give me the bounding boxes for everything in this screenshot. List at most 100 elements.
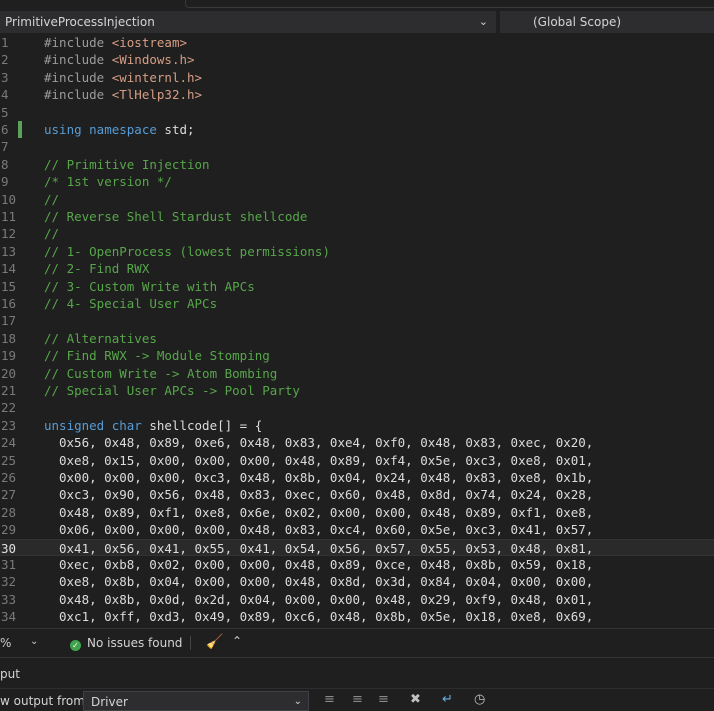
code-text: 0xe8, 0x8b, 0x04, 0x00, 0x00, 0x48, 0x8d… xyxy=(59,573,593,590)
code-text: // 3- Custom Write with APCs xyxy=(44,278,255,295)
tab-frame xyxy=(185,0,714,8)
code-line[interactable]: 15 // 3- Custom Write with APCs xyxy=(0,278,714,295)
output-toolbar: w output from: Driver ⌄ ≡ ≡ ≡ ✖ ↵ ◷ xyxy=(0,688,714,711)
code-line[interactable]: 14 // 2- Find RWX xyxy=(0,260,714,277)
line-number: 9 xyxy=(1,174,9,190)
code-line[interactable]: 17 xyxy=(0,312,714,329)
scope-dropdown[interactable]: (Global Scope) xyxy=(500,11,714,33)
code-text: #include <TlHelp32.h> xyxy=(44,86,202,103)
change-indicator xyxy=(18,121,22,138)
code-line[interactable]: 28 0x48, 0x89, 0xf1, 0xe8, 0x6e, 0x02, 0x… xyxy=(0,504,714,521)
code-line[interactable]: 1 #include <iostream> xyxy=(0,34,714,51)
code-line[interactable]: 8 // Primitive Injection xyxy=(0,156,714,173)
clear-all-icon[interactable]: ✖ xyxy=(410,692,421,707)
line-number: 12 xyxy=(1,226,17,242)
chevron-down-icon[interactable]: ⌄ xyxy=(30,636,38,647)
code-line[interactable]: 5 xyxy=(0,104,714,121)
line-number: 11 xyxy=(1,209,17,224)
code-line[interactable]: 22 xyxy=(0,399,714,416)
line-number: 3 xyxy=(1,69,9,85)
word-wrap-icon[interactable]: ↵ xyxy=(442,692,453,707)
code-line[interactable]: 7 xyxy=(0,138,714,155)
code-line[interactable]: 16 // 4- Special User APCs xyxy=(0,295,714,312)
code-line[interactable]: 33 0x48, 0x8b, 0x0d, 0x2d, 0x04, 0x00, 0x… xyxy=(0,591,714,608)
code-text: 0xc3, 0x90, 0x56, 0x48, 0x83, 0xec, 0x60… xyxy=(59,486,593,503)
code-line[interactable]: 24 0x56, 0x48, 0x89, 0xe6, 0x48, 0x83, 0x… xyxy=(0,434,714,451)
line-number: 2 xyxy=(1,52,9,68)
output-source-select[interactable]: Driver ⌄ xyxy=(83,691,309,711)
code-token: using namespace xyxy=(44,122,165,137)
code-text: 0xec, 0xb8, 0x02, 0x00, 0x00, 0x48, 0x89… xyxy=(59,556,593,573)
line-number: 10 xyxy=(1,191,17,207)
code-line[interactable]: 4 #include <TlHelp32.h> xyxy=(0,86,714,103)
align-right-icon[interactable]: ≡ xyxy=(378,692,389,707)
code-line[interactable]: 30 0x41, 0x56, 0x41, 0x55, 0x41, 0x54, 0x… xyxy=(0,538,714,556)
code-line[interactable]: 25 0xe8, 0x15, 0x00, 0x00, 0x00, 0x48, 0x… xyxy=(0,452,714,469)
align-center-icon[interactable]: ≡ xyxy=(352,692,363,707)
code-text: #include <winternl.h> xyxy=(44,69,202,86)
code-token: 0xe8, 0x15, 0x00, 0x00, 0x00, 0x48, 0x89… xyxy=(59,452,594,468)
project-dropdown[interactable]: PrimitiveProcessInjection ⌄ xyxy=(0,11,497,33)
code-line[interactable]: 2 #include <Windows.h> xyxy=(0,51,714,68)
issues-indicator[interactable]: ✓ No issues found xyxy=(70,636,182,651)
line-number: 29 xyxy=(1,522,17,538)
code-line[interactable]: 20 // Custom Write -> Atom Bombing xyxy=(0,365,714,382)
code-text: 0x48, 0x8b, 0x0d, 0x2d, 0x04, 0x00, 0x00… xyxy=(59,591,593,608)
output-source-value: Driver xyxy=(91,695,128,709)
code-line[interactable]: 9 /* 1st version */ xyxy=(0,173,714,190)
code-token: // 1- OpenProcess (lowest permissions) xyxy=(44,243,330,259)
divider xyxy=(190,636,191,650)
code-text: /* 1st version */ xyxy=(44,173,172,190)
code-line[interactable]: 21 // Special User APCs -> Pool Party xyxy=(0,382,714,399)
code-token: <TlHelp32.h> xyxy=(111,87,203,103)
code-line[interactable]: 32 0xe8, 0x8b, 0x04, 0x00, 0x00, 0x48, 0x… xyxy=(0,573,714,590)
code-line[interactable]: 11 // Reverse Shell Stardust shellcode xyxy=(0,208,714,225)
broom-icon[interactable]: 🧹 xyxy=(206,634,223,650)
code-text: // Custom Write -> Atom Bombing xyxy=(44,365,277,382)
code-line[interactable]: 6 using namespace std; xyxy=(0,121,714,138)
code-line[interactable]: 34 0xc1, 0xff, 0xd3, 0x49, 0x89, 0xc6, 0x… xyxy=(0,608,714,625)
line-number: 20 xyxy=(1,365,17,381)
code-text: // Primitive Injection xyxy=(44,156,210,173)
line-number: 15 xyxy=(1,278,17,294)
clock-icon[interactable]: ◷ xyxy=(474,692,485,707)
line-number: 30 xyxy=(1,540,17,556)
code-text: // 1- OpenProcess (lowest permissions) xyxy=(44,243,330,260)
code-line[interactable]: 13 // 1- OpenProcess (lowest permissions) xyxy=(0,243,714,260)
line-number: 27 xyxy=(1,487,17,503)
code-line[interactable]: 31 0xec, 0xb8, 0x02, 0x00, 0x00, 0x48, 0x… xyxy=(0,556,714,573)
zoom-level[interactable]: % xyxy=(0,636,11,650)
code-line[interactable]: 18 // Alternatives xyxy=(0,330,714,347)
code-text: unsigned char shellcode[] = { xyxy=(44,417,262,434)
chevron-up-icon[interactable]: ⌃ xyxy=(232,634,242,648)
line-number: 23 xyxy=(1,417,17,433)
code-token: <winternl.h> xyxy=(111,69,203,85)
editor-status-bar: % ⌄ ✓ No issues found 🧹 ⌃ xyxy=(0,628,714,657)
code-line[interactable]: 27 0xc3, 0x90, 0x56, 0x48, 0x83, 0xec, 0x… xyxy=(0,486,714,503)
code-token: 0x41, 0x56, 0x41, 0x55, 0x41, 0x54, 0x56… xyxy=(59,540,594,556)
code-line[interactable]: 19 // Find RWX -> Module Stomping xyxy=(0,347,714,364)
chevron-down-icon: ⌄ xyxy=(293,696,302,707)
line-number: 8 xyxy=(1,156,9,172)
line-number: 34 xyxy=(1,609,17,625)
align-left-icon[interactable]: ≡ xyxy=(324,692,335,707)
line-number: 31 xyxy=(1,557,17,572)
code-line[interactable]: 10 // xyxy=(0,191,714,208)
code-token: shellcode[] = { xyxy=(149,417,263,433)
code-token: 0x48, 0x8b, 0x0d, 0x2d, 0x04, 0x00, 0x00… xyxy=(59,591,594,607)
code-token: // xyxy=(44,226,60,242)
code-line[interactable]: 26 0x00, 0x00, 0x00, 0xc3, 0x48, 0x8b, 0x… xyxy=(0,469,714,486)
code-token: // 2- Find RWX xyxy=(44,261,150,277)
code-token: #include xyxy=(44,87,112,103)
code-line[interactable]: 23 unsigned char shellcode[] = { xyxy=(0,417,714,434)
code-text: // xyxy=(44,191,59,208)
code-editor[interactable]: 1 #include <iostream> 2 #include <Windows.h… xyxy=(0,34,714,628)
code-line[interactable]: 29 0x06, 0x00, 0x00, 0x00, 0x48, 0x83, 0x… xyxy=(0,521,714,538)
code-line[interactable]: 12 // xyxy=(0,225,714,242)
line-number: 17 xyxy=(1,313,17,329)
code-token: 0x00, 0x00, 0x00, 0xc3, 0x48, 0x8b, 0x04… xyxy=(59,470,594,485)
line-number: 28 xyxy=(1,504,17,520)
code-line[interactable]: 3 #include <winternl.h> xyxy=(0,69,714,86)
chevron-down-icon: ⌄ xyxy=(478,15,488,28)
code-token: 0x56, 0x48, 0x89, 0xe6, 0x48, 0x83, 0xe4… xyxy=(59,435,594,451)
